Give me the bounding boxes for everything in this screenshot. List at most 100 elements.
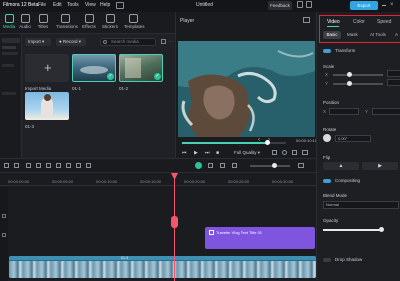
stickers-icon	[105, 14, 115, 23]
sidebar-item-folder[interactable]	[2, 46, 16, 49]
track-eye-icon[interactable]	[2, 233, 6, 237]
marker-icon[interactable]	[220, 163, 225, 168]
scale-y-input[interactable]	[387, 79, 400, 86]
export-button[interactable]: Export	[350, 1, 378, 10]
zoom-knob[interactable]	[272, 163, 277, 168]
crop-icon[interactable]	[46, 163, 51, 168]
skip-back-icon[interactable]: ⏮	[182, 150, 187, 156]
sidebar-item-stock[interactable]	[2, 92, 16, 95]
sidebar-item-global[interactable]	[2, 64, 14, 67]
flip-vertical-icon: ▶	[378, 163, 382, 169]
blend-mode-select[interactable]: Normal	[323, 201, 399, 209]
mic-icon[interactable]	[208, 163, 213, 168]
media-clip-name: 01-1	[72, 86, 82, 91]
audio-icon[interactable]	[76, 163, 81, 168]
delete-icon[interactable]	[26, 163, 31, 168]
save-icon[interactable]	[297, 1, 303, 8]
render-icon[interactable]	[195, 162, 202, 169]
more-icon[interactable]: ⋯	[168, 39, 173, 45]
tool-audio[interactable]: Audio	[16, 13, 34, 29]
menu-edit[interactable]: Edit	[53, 2, 62, 8]
subtab-mask[interactable]: Mask	[347, 32, 358, 37]
drop-shadow-toggle[interactable]	[323, 258, 331, 262]
tab-video[interactable]: Video	[327, 19, 340, 25]
prev-frame-icon[interactable]: ‹	[258, 137, 260, 143]
filter-icon[interactable]	[161, 39, 166, 44]
flip-horizontal-button[interactable]: ▲	[323, 162, 359, 170]
feedback-button[interactable]: Feedback	[268, 1, 292, 10]
record-dropdown[interactable]: ● Record ▾	[56, 38, 86, 46]
snap-icon[interactable]	[232, 163, 237, 168]
menu-tools[interactable]: Tools	[67, 2, 79, 8]
cloud-icon[interactable]	[306, 1, 312, 8]
zoom-slider[interactable]	[250, 165, 290, 167]
media-clip-thumbnail[interactable]	[25, 92, 69, 120]
text-icon[interactable]	[56, 163, 61, 168]
tool-templates[interactable]: Templates	[124, 13, 145, 29]
flip-vertical-button[interactable]: ▶	[362, 162, 398, 170]
play-icon[interactable]: ▶	[194, 150, 198, 156]
menu-view[interactable]: View	[85, 2, 96, 8]
speed-icon[interactable]	[86, 163, 91, 168]
opacity-knob[interactable]	[379, 227, 384, 232]
stop-icon[interactable]: ■	[216, 150, 219, 156]
import-media-tile[interactable]: +	[25, 54, 69, 82]
zoom-fit-icon[interactable]	[298, 163, 304, 168]
menu-file[interactable]: File	[38, 2, 46, 8]
camera-icon[interactable]	[282, 150, 287, 155]
playhead-marker[interactable]	[171, 216, 178, 228]
scale-y-slider[interactable]	[333, 83, 383, 85]
position-y-input[interactable]	[372, 108, 400, 115]
redo-icon[interactable]	[14, 163, 19, 168]
undo-icon[interactable]	[4, 163, 9, 168]
search-input[interactable]: Search media	[100, 38, 156, 46]
subtab-more[interactable]: A	[395, 32, 398, 37]
fullscreen-icon[interactable]	[302, 150, 308, 155]
media-clip-name: 01-3	[25, 124, 35, 129]
minimize-icon[interactable]	[382, 5, 386, 6]
snapshot-icon[interactable]	[303, 17, 310, 23]
rotate-dial[interactable]	[323, 134, 331, 142]
sidebar-item-project[interactable]	[2, 38, 20, 43]
quality-dropdown[interactable]: Full Quality ▾	[234, 150, 260, 156]
video-clip[interactable]: 01-3	[9, 256, 316, 278]
scale-x-input[interactable]	[387, 70, 400, 77]
close-icon[interactable]: ×	[390, 2, 394, 9]
media-clip-thumbnail[interactable]: ✓	[119, 54, 163, 82]
next-frame-icon[interactable]: ›	[268, 137, 270, 143]
tool-titles[interactable]: Titles	[34, 13, 52, 29]
playback-progress-track[interactable]	[182, 142, 286, 144]
playhead-handle[interactable]	[171, 173, 178, 180]
scale-x-slider[interactable]	[333, 74, 383, 76]
crop-icon[interactable]	[272, 150, 277, 155]
property-panel: Video Color Speed Basic Mask AI Tools A …	[316, 12, 400, 280]
aerial-coast-image	[178, 41, 315, 137]
compositing-toggle[interactable]	[323, 179, 331, 183]
volume-icon[interactable]	[292, 150, 297, 155]
skip-forward-icon[interactable]: ⏭	[205, 150, 210, 156]
tool-effects[interactable]: Effects	[80, 13, 98, 29]
cut-icon[interactable]	[36, 163, 41, 168]
subtab-basic[interactable]: Basic	[323, 31, 341, 39]
color-icon[interactable]	[66, 163, 71, 168]
opacity-slider[interactable]	[323, 229, 381, 231]
transform-toggle[interactable]	[323, 49, 331, 53]
monitor-icon[interactable]	[116, 2, 124, 9]
import-dropdown[interactable]: Import ▾	[25, 38, 51, 46]
menu-help[interactable]: Help	[100, 2, 110, 8]
tool-transitions[interactable]: Transitions	[56, 13, 78, 29]
track-lock-icon[interactable]	[2, 214, 6, 218]
sidebar-item-cloud[interactable]	[2, 52, 18, 55]
title-clip-icon	[209, 230, 214, 235]
position-x-input[interactable]	[329, 108, 359, 115]
media-clip-thumbnail[interactable]: ✓	[72, 54, 116, 82]
tab-speed[interactable]: Speed	[377, 19, 391, 25]
subtab-ai-tools[interactable]: AI Tools	[370, 32, 386, 37]
rotate-input[interactable]: 0.00°	[335, 135, 371, 142]
scale-y-knob[interactable]	[347, 81, 352, 86]
tool-stickers[interactable]: Stickers	[101, 13, 119, 29]
tab-color[interactable]: Color	[353, 19, 365, 25]
scale-x-knob[interactable]	[347, 72, 352, 77]
title-clip[interactable]: Traveler Vlog Text Title 01	[205, 227, 315, 249]
tool-titles-label: Titles	[37, 24, 49, 29]
